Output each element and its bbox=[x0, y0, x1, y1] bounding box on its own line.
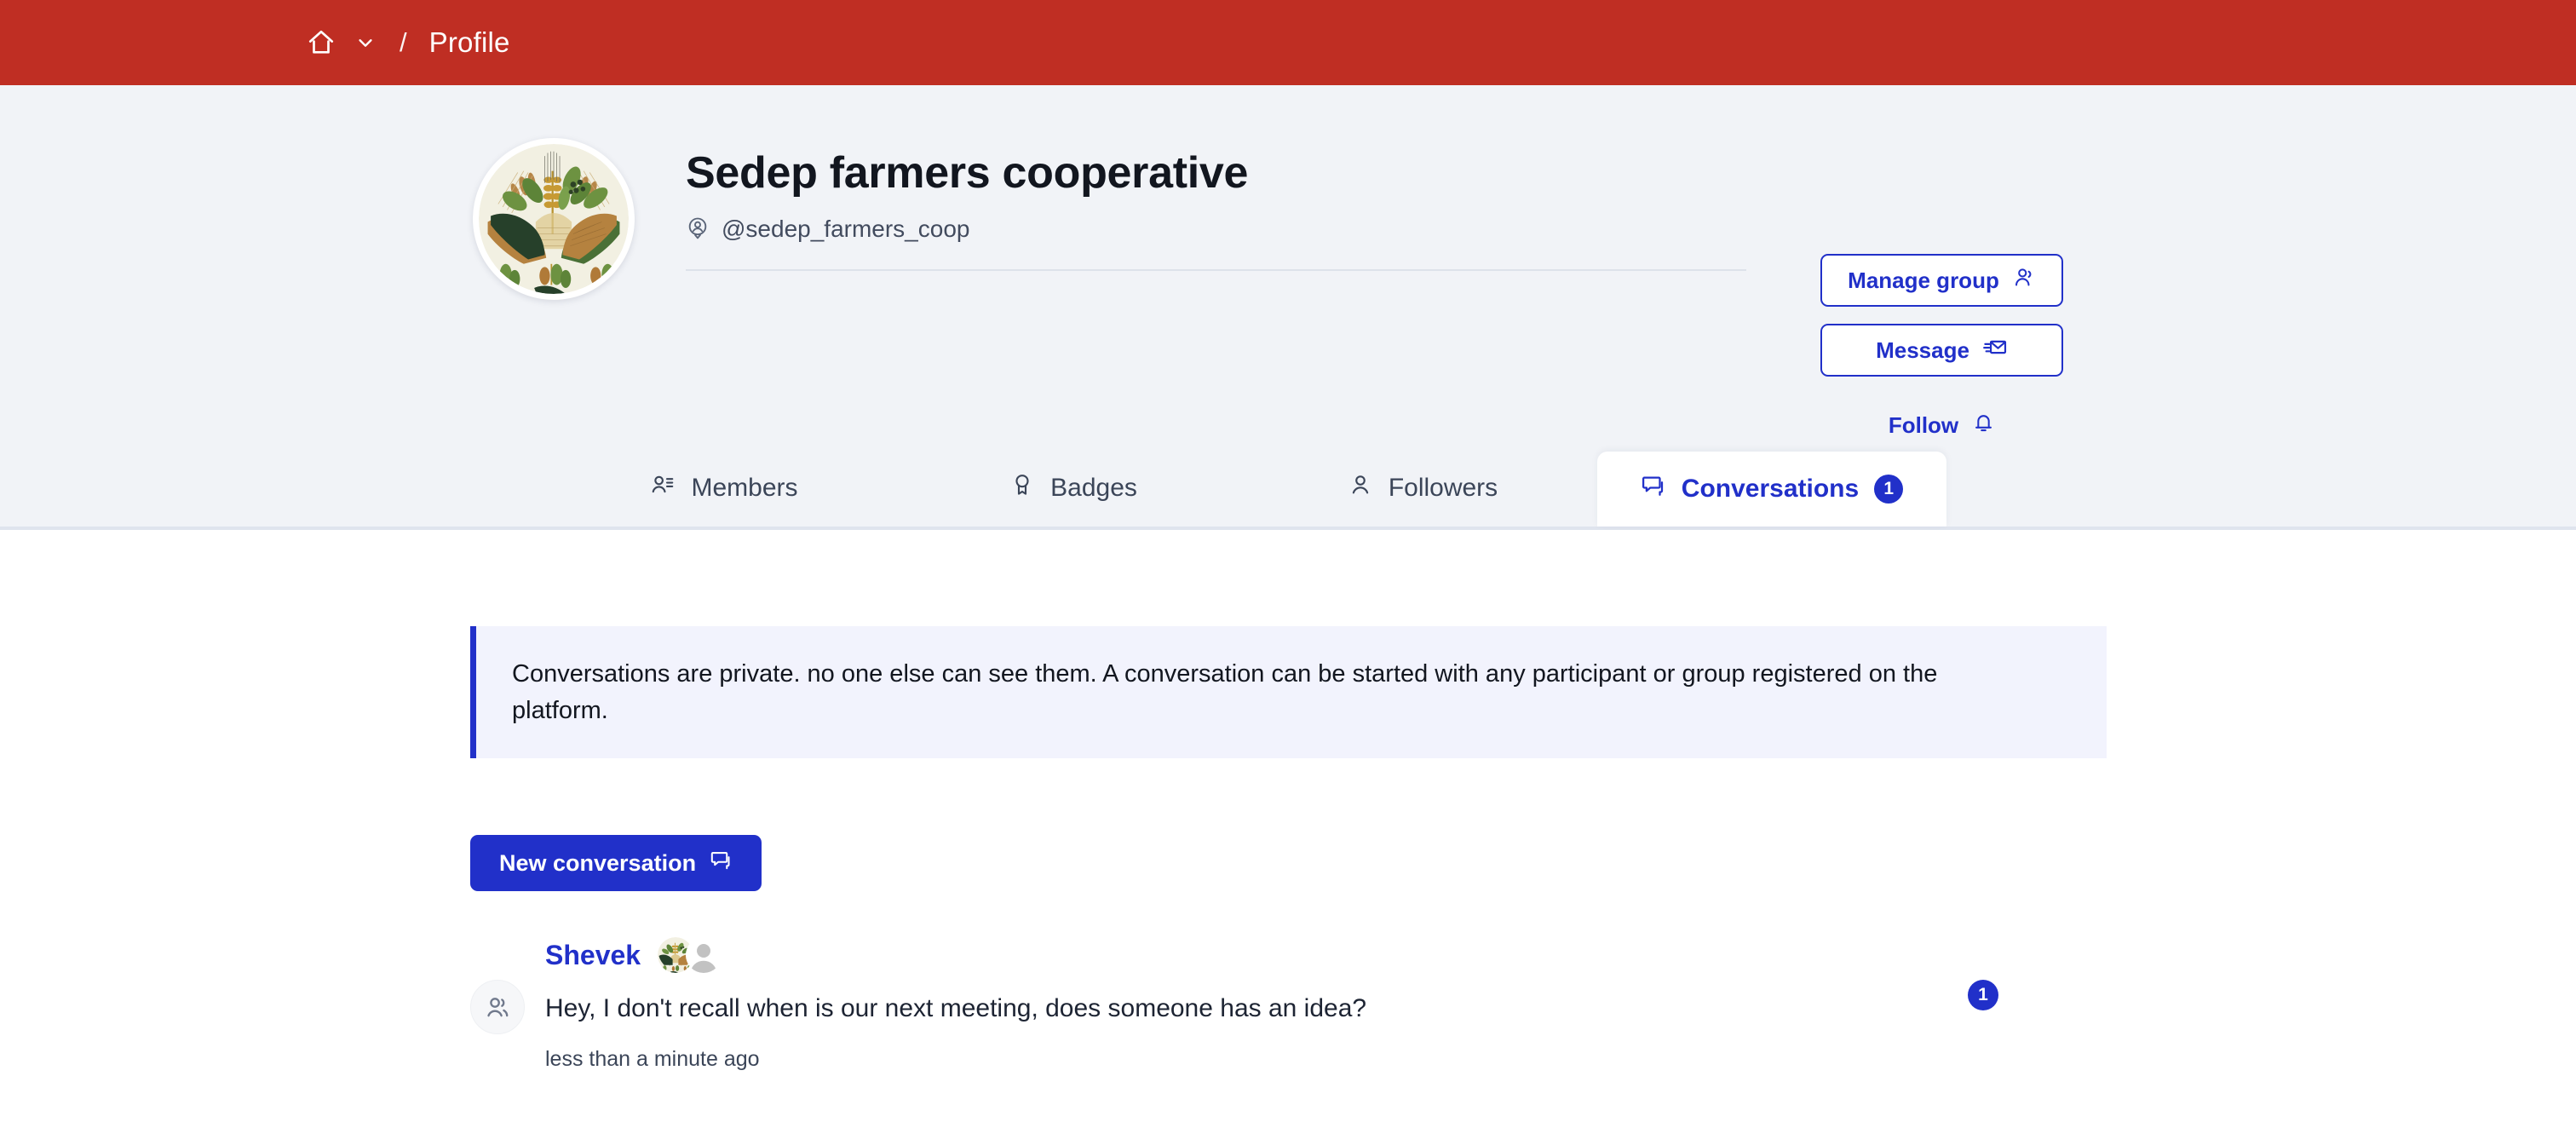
privacy-notice-text: Conversations are private. no one else c… bbox=[512, 660, 1938, 724]
award-ribbon-icon bbox=[1009, 472, 1035, 504]
profile-actions: Manage group Message Follow bbox=[1820, 254, 2063, 447]
conversation-header: Shevek bbox=[545, 937, 2107, 973]
tab-members[interactable]: Members bbox=[549, 450, 899, 527]
new-conversation-label: New conversation bbox=[499, 849, 697, 876]
tab-conversations[interactable]: Conversations 1 bbox=[1597, 452, 1946, 527]
breadcrumb-bar: / Profile bbox=[0, 0, 2576, 85]
home-icon[interactable] bbox=[302, 24, 340, 61]
profile-tabs: Members Badges Followers Conversations 1 bbox=[0, 450, 2576, 530]
message-label: Message bbox=[1876, 337, 1969, 363]
chat-bubble-icon bbox=[1641, 473, 1666, 505]
chat-bubble-icon bbox=[710, 849, 733, 878]
profile-header: Sedep farmers cooperative @sedep_farmers… bbox=[0, 85, 2576, 453]
conversation-message: Hey, I don't recall when is our next mee… bbox=[545, 994, 1367, 1022]
manage-group-button[interactable]: Manage group bbox=[1820, 254, 2063, 307]
person-add-icon bbox=[2013, 266, 2036, 295]
group-people-icon bbox=[470, 980, 525, 1034]
breadcrumb-current-page: Profile bbox=[428, 26, 510, 58]
breadcrumb-separator: / bbox=[400, 27, 407, 57]
send-mail-icon bbox=[1983, 335, 2008, 365]
bell-icon bbox=[1972, 411, 1995, 440]
hero-divider bbox=[686, 268, 1746, 271]
tab-members-label: Members bbox=[691, 474, 798, 502]
tab-followers[interactable]: Followers bbox=[1248, 450, 1597, 527]
profile-avatar[interactable] bbox=[473, 138, 635, 300]
tab-conversations-label: Conversations bbox=[1681, 475, 1860, 503]
follow-button[interactable]: Follow bbox=[1820, 403, 2063, 447]
new-conversation-button[interactable]: New conversation bbox=[470, 835, 762, 891]
conversation-body: Shevek Hey, I don't recall when is our n… bbox=[545, 937, 2107, 1072]
default-person-avatar bbox=[686, 937, 722, 973]
conversation-list-item[interactable]: Shevek Hey, I don't recall when is our n… bbox=[470, 937, 2107, 1072]
tab-badges[interactable]: Badges bbox=[899, 450, 1248, 527]
tab-followers-label: Followers bbox=[1388, 474, 1498, 502]
tab-badges-label: Badges bbox=[1050, 474, 1137, 502]
conversations-panel: Conversations are private. no one else c… bbox=[0, 626, 2576, 1072]
follow-label: Follow bbox=[1888, 411, 1959, 438]
conversation-author[interactable]: Shevek bbox=[545, 940, 641, 971]
profile-handle-row: @sedep_farmers_coop bbox=[686, 216, 1759, 244]
profile-handle: @sedep_farmers_coop bbox=[722, 216, 970, 243]
conversation-timestamp: less than a minute ago bbox=[545, 1047, 760, 1071]
account-pin-icon bbox=[686, 216, 710, 244]
unread-badge: 1 bbox=[1968, 980, 1998, 1010]
page-title: Sedep farmers cooperative bbox=[686, 148, 1249, 198]
tab-conversations-badge: 1 bbox=[1874, 475, 1904, 504]
person-list-icon bbox=[650, 472, 676, 504]
chevron-down-icon[interactable] bbox=[348, 24, 382, 61]
person-icon bbox=[1348, 472, 1373, 504]
privacy-notice: Conversations are private. no one else c… bbox=[470, 626, 2107, 758]
participant-avatars bbox=[658, 937, 722, 973]
message-button[interactable]: Message bbox=[1820, 324, 2063, 377]
manage-group-label: Manage group bbox=[1848, 267, 1999, 293]
farm-illustration-avatar bbox=[479, 144, 629, 294]
